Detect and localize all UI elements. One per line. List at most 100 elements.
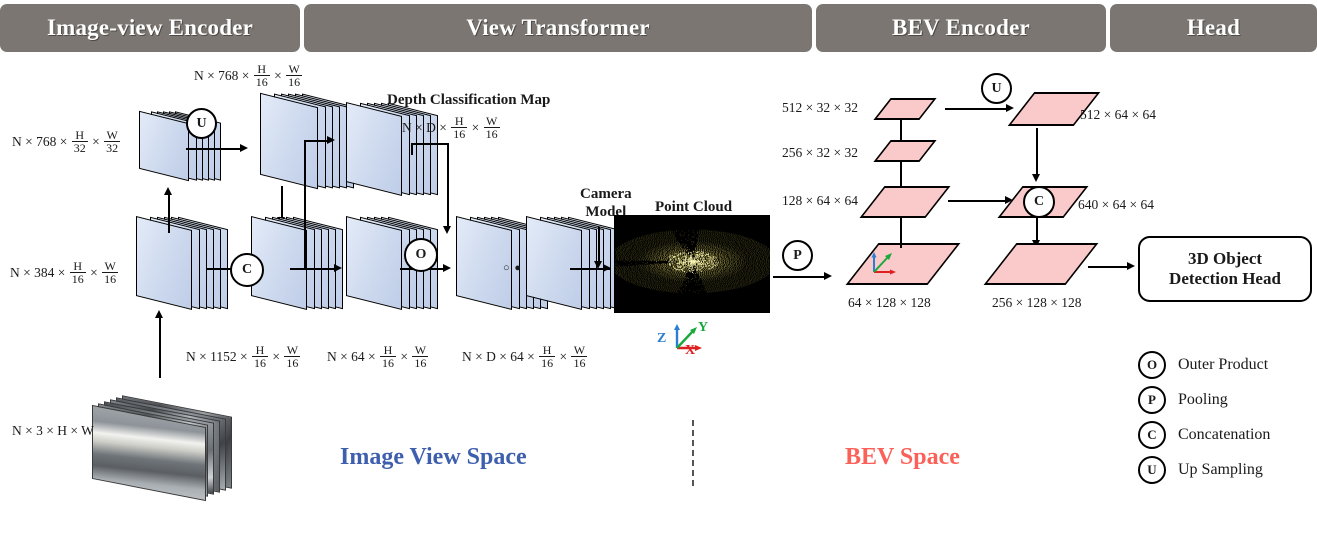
label-feat-768-32: N × 768 × H 32 × W 32 <box>12 128 121 156</box>
axis-label-z: Z <box>657 331 666 346</box>
arrow-line <box>168 193 170 233</box>
concatenation-op-2[interactable]: C <box>1023 186 1055 218</box>
axis-label-x: X <box>685 343 695 354</box>
label-feat-64: N × 64 × H 16 × W 16 <box>327 343 429 371</box>
arrow-line <box>411 143 449 145</box>
arrow-line <box>304 140 328 142</box>
frac-num: H <box>454 114 464 128</box>
legend-item-pooling: P Pooling <box>1138 386 1313 414</box>
arrow-line <box>598 227 600 263</box>
frac-den: 16 <box>451 127 468 142</box>
axis-triad: Z Y X <box>635 318 745 358</box>
arrow-line <box>159 316 161 378</box>
arrow-line <box>304 140 306 269</box>
legend-label: Concatenation <box>1178 426 1271 443</box>
bev-plate-256-32 <box>873 140 937 162</box>
bev-plate-128-64 <box>859 186 951 218</box>
label-feat-1152: N × 1152 × H 16 × W 16 <box>186 343 301 371</box>
legend-label: Outer Product <box>1178 356 1269 373</box>
arrow-head <box>1032 174 1040 182</box>
arrow-line <box>1036 216 1038 242</box>
frac-num: W <box>106 128 118 142</box>
frac-den: 16 <box>571 356 588 371</box>
outer-product-op[interactable]: O <box>404 238 438 272</box>
frac-num: W <box>288 62 300 76</box>
arrow-line <box>773 276 825 278</box>
frac-den: 16 <box>69 272 86 287</box>
camera-model-line1: Camera <box>580 186 632 202</box>
label-bev-512-32: 512 × 32 × 32 <box>782 100 858 115</box>
arrow-line <box>186 148 241 150</box>
bev-plate-256-128 <box>983 243 1099 285</box>
pooling-op[interactable]: P <box>782 240 813 271</box>
arrow-head <box>603 264 611 272</box>
frac-num: W <box>485 114 498 128</box>
frac-num: H <box>255 343 265 357</box>
header-image-view-encoder[interactable]: Image-view Encoder <box>0 4 300 52</box>
legend-item-up-sampling: U Up Sampling <box>1138 456 1313 484</box>
bev-axis-triad <box>866 248 914 278</box>
legend: O Outer Product P Pooling C Concatenatio… <box>1138 351 1313 484</box>
legend-label: Up Sampling <box>1178 461 1263 478</box>
arrow-head <box>164 187 172 195</box>
outer-product-icon: O <box>1138 351 1166 379</box>
label-input-shape: N × 3 × H × W <box>12 423 94 438</box>
concatenation-icon: C <box>1138 421 1166 449</box>
label-feat-384: N × 384 × H 16 × W 16 <box>10 259 119 287</box>
arrow-line <box>945 108 1007 110</box>
arrow-head <box>1006 104 1014 112</box>
point-cloud-title: Point Cloud <box>655 199 733 215</box>
arrow-line <box>411 143 413 155</box>
frac-num: W <box>286 343 299 357</box>
label-depth-map-shape: N × D × H 16 × W 16 <box>402 114 500 142</box>
point-cloud-visualization <box>614 215 770 313</box>
label-bev-256-128: 256 × 128 × 128 <box>992 295 1082 310</box>
bev-plate-512-32 <box>873 98 937 120</box>
frac-num: W <box>414 343 427 357</box>
frac-den: 32 <box>71 141 88 156</box>
detection-head-line2: Detection Head <box>1169 269 1281 288</box>
image-view-space-label: Image View Space <box>340 444 527 470</box>
depth-map-stack <box>330 93 440 213</box>
legend-item-outer-product: O Outer Product <box>1138 351 1313 379</box>
detection-head-box[interactable]: 3D Object Detection Head <box>1138 236 1312 302</box>
depth-map-title: Depth Classification Map <box>387 92 551 108</box>
frac-den: 16 <box>483 127 500 142</box>
arrow-head <box>1127 262 1135 270</box>
header-view-transformer[interactable]: View Transformer <box>304 4 812 52</box>
detection-head-line1: 3D Object <box>1187 248 1263 268</box>
concatenation-op-1[interactable]: C <box>230 253 264 287</box>
legend-item-concatenation: C Concatenation <box>1138 421 1313 449</box>
header-head[interactable]: Head <box>1110 4 1317 52</box>
bev-space-label: BEV Space <box>845 444 960 470</box>
frac-num: H <box>542 343 552 357</box>
legend-label: Pooling <box>1178 391 1228 408</box>
arrow-line <box>1088 266 1128 268</box>
frac-den: 16 <box>539 356 556 371</box>
input-image-stack <box>92 378 232 538</box>
label-bev-128-64: 128 × 64 × 64 <box>782 193 858 208</box>
up-sampling-op-2[interactable]: U <box>981 73 1012 104</box>
pooling-icon: P <box>1138 386 1166 414</box>
axis-label-y: Y <box>698 320 708 335</box>
arrow-line <box>900 118 902 142</box>
label-bev-64-128: 64 × 128 × 128 <box>848 295 931 310</box>
up-sampling-icon: U <box>1138 456 1166 484</box>
frac-num: H <box>73 259 83 273</box>
frac-den: 16 <box>379 356 396 371</box>
frac-den: 16 <box>412 356 429 371</box>
section-header-bar: Image-view Encoder View Transformer BEV … <box>0 4 1317 52</box>
point-cloud-svg <box>614 215 770 313</box>
frac-num: W <box>573 343 586 357</box>
label-bev-640-64: 640 × 64 × 64 <box>1078 197 1154 212</box>
header-bev-encoder[interactable]: BEV Encoder <box>816 4 1106 52</box>
up-sampling-op-1[interactable]: U <box>186 108 217 139</box>
feature-stack-384 <box>120 205 230 325</box>
arrow-line <box>1036 128 1038 176</box>
frac-den: 16 <box>284 356 301 371</box>
arrow-line <box>900 160 902 188</box>
label-bev-512-64: 512 × 64 × 64 <box>1080 107 1156 122</box>
frac-den: 32 <box>104 141 121 156</box>
arrow-line <box>948 200 1006 202</box>
frac-num: W <box>104 259 116 273</box>
